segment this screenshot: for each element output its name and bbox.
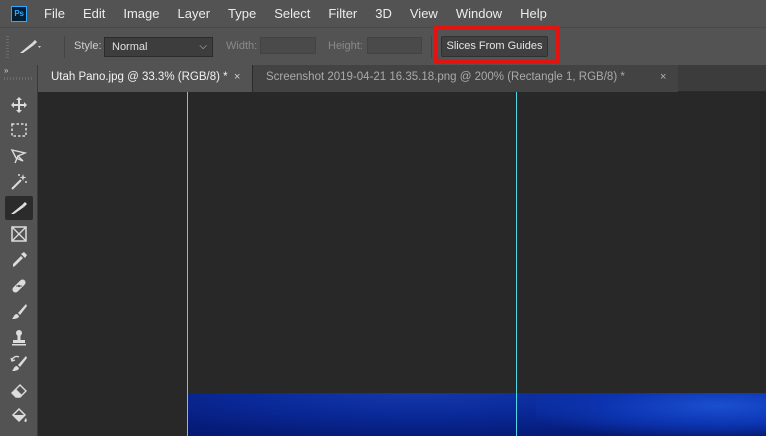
brush-icon: [12, 304, 27, 319]
width-input[interactable]: [260, 37, 316, 54]
style-label: Style:: [74, 40, 102, 52]
tab-screenshot[interactable]: Screenshot 2019-04-21 16.35.18.png @ 200…: [252, 65, 678, 92]
image-highlight: [536, 393, 766, 436]
menu-filter[interactable]: Filter: [319, 0, 366, 27]
options-bar-grip[interactable]: [6, 36, 9, 58]
width-label: Width:: [226, 40, 258, 52]
vertical-guide[interactable]: [187, 92, 188, 436]
magic-wand-tool[interactable]: [5, 170, 33, 194]
menu-help[interactable]: Help: [511, 0, 556, 27]
close-icon[interactable]: ×: [660, 65, 666, 90]
frame-icon: [11, 226, 27, 242]
tab-utah-pano[interactable]: Utah Pano.jpg @ 33.3% (RGB/8) * ×: [38, 65, 252, 92]
move-tool[interactable]: [5, 93, 33, 117]
document-canvas[interactable]: [38, 92, 766, 436]
magic-wand-icon: [11, 174, 27, 190]
menu-select[interactable]: Select: [265, 0, 319, 27]
height-label: Height:: [328, 40, 363, 52]
eraser-tool[interactable]: [5, 378, 33, 402]
tab-label: Utah Pano.jpg @ 33.3% (RGB/8) *: [51, 71, 228, 83]
marquee-tool[interactable]: [5, 118, 33, 142]
photoshop-logo-icon[interactable]: Ps: [11, 5, 27, 22]
menu-edit[interactable]: Edit: [74, 0, 114, 27]
eyedropper-tool[interactable]: [5, 248, 33, 272]
menu-image[interactable]: Image: [114, 0, 168, 27]
menu-layer[interactable]: Layer: [169, 0, 220, 27]
chevron-down-icon: ⌵: [199, 41, 207, 52]
menu-view[interactable]: View: [401, 0, 447, 27]
eyedropper-icon: [13, 252, 27, 267]
lasso-tool[interactable]: [5, 144, 33, 168]
collapse-panel-icon[interactable]: »: [4, 66, 9, 75]
style-select-value: Normal: [112, 41, 148, 53]
menu-type[interactable]: Type: [219, 0, 265, 27]
style-select[interactable]: Normal ⌵: [104, 37, 213, 57]
vertical-guide[interactable]: [516, 92, 517, 436]
menu-file[interactable]: File: [36, 0, 74, 27]
eraser-icon: [11, 384, 27, 398]
lasso-icon: [10, 148, 28, 164]
close-icon[interactable]: ×: [234, 65, 240, 90]
healing-brush-icon: [12, 279, 26, 293]
marquee-icon: [11, 123, 27, 137]
brush-tool[interactable]: [5, 300, 33, 324]
frame-tool[interactable]: [5, 222, 33, 246]
image-content: [188, 393, 766, 436]
document-tab-bar: Utah Pano.jpg @ 33.3% (RGB/8) * × Screen…: [38, 65, 766, 92]
move-icon: [11, 97, 27, 113]
options-separator: [431, 36, 432, 58]
paint-bucket-icon: [11, 407, 27, 423]
options-separator: [64, 36, 65, 58]
slice-tool[interactable]: [5, 196, 33, 220]
tool-preset-picker[interactable]: [18, 36, 58, 58]
paint-bucket-tool[interactable]: [5, 404, 33, 428]
healing-brush-tool[interactable]: [5, 274, 33, 298]
clone-stamp-icon: [12, 330, 26, 346]
menu-window[interactable]: Window: [447, 0, 511, 27]
history-brush-icon: [10, 355, 27, 371]
tools-panel: »: [0, 65, 38, 436]
slice-tool-preset-icon: [20, 40, 41, 53]
menu-bar: Ps File Edit Image Layer Type Select Fil…: [0, 0, 766, 27]
tools-panel-grip[interactable]: [4, 77, 34, 80]
history-brush-tool[interactable]: [5, 352, 33, 376]
options-bar: Style: Normal ⌵ Width: Height: Slices Fr…: [0, 27, 766, 65]
menu-3d[interactable]: 3D: [366, 0, 401, 27]
height-input[interactable]: [367, 37, 422, 54]
slice-icon: [11, 202, 27, 214]
tab-label: Screenshot 2019-04-21 16.35.18.png @ 200…: [266, 71, 625, 83]
clone-stamp-tool[interactable]: [5, 326, 33, 350]
highlight-annotation: [434, 26, 560, 64]
